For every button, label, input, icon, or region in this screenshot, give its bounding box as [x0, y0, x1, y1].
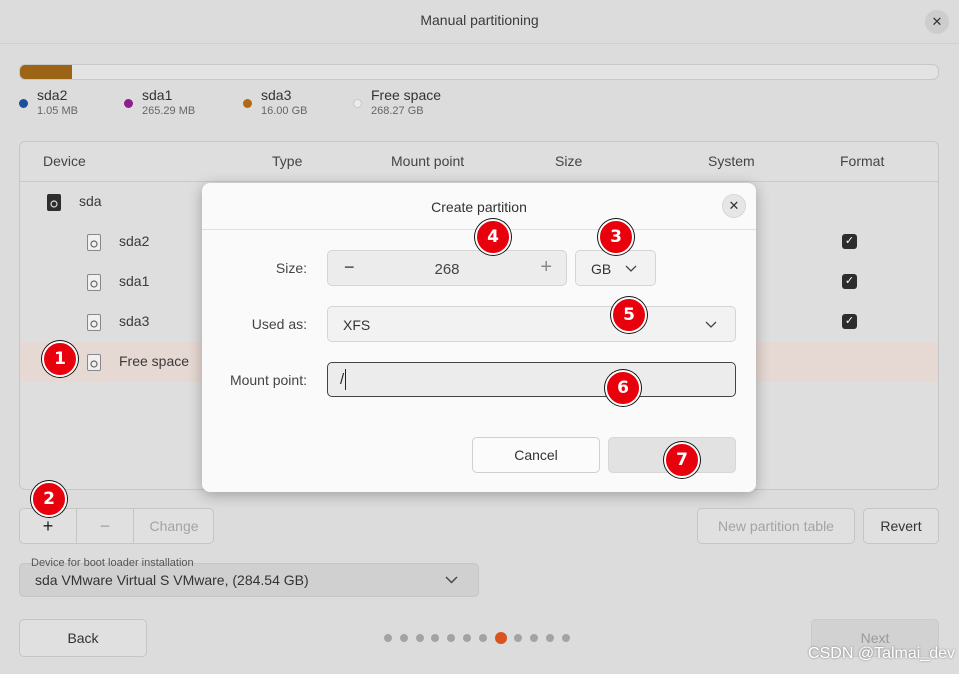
title-bar: Manual partitioning ✕ — [0, 0, 959, 44]
size-value[interactable]: 268 — [328, 261, 566, 278]
watermark: CSDN @Talmai_dev — [808, 645, 955, 662]
page-dot — [399, 634, 408, 642]
boot-loader-value: sda VMware Virtual S VMware, (284.54 GB) — [35, 572, 309, 588]
legend-name: Free space — [371, 87, 442, 103]
page-dot — [431, 634, 440, 642]
device-label: sda3 — [119, 313, 150, 329]
page-dot-active — [494, 632, 507, 644]
revert-button[interactable]: Revert — [863, 508, 939, 544]
page-dot — [415, 634, 424, 642]
page-dot — [545, 634, 554, 642]
column-header-type: Type — [272, 153, 303, 169]
disk-icon — [47, 194, 61, 211]
chevron-down-icon — [705, 321, 717, 328]
legend-item: Free space 268.27 GB — [353, 86, 473, 118]
page-dot — [514, 634, 523, 642]
column-header-format: Format — [840, 153, 885, 169]
partition-icon — [87, 234, 101, 251]
cancel-button[interactable]: Cancel — [472, 437, 600, 473]
page-dot — [561, 634, 570, 642]
annotation-badge: 1 — [42, 341, 78, 377]
legend-item: sda1 265.29 MB — [124, 86, 243, 118]
legend-name: sda2 — [37, 87, 68, 103]
format-checkbox[interactable]: ✓ — [842, 274, 857, 289]
dialog-title: Create partition — [431, 199, 527, 215]
annotation-badge: 3 — [598, 219, 634, 255]
change-partition-button[interactable]: Change — [134, 509, 214, 543]
legend-name: sda3 — [261, 87, 292, 103]
legend-size: 1.05 MB — [37, 105, 78, 117]
size-unit-select[interactable]: GB — [575, 250, 656, 286]
new-partition-table-button[interactable]: New partition table — [697, 508, 855, 544]
annotation-badge: 2 — [31, 481, 67, 517]
partition-icon — [87, 354, 101, 371]
annotation-badge: 5 — [611, 297, 647, 333]
column-header-device: Device — [43, 153, 86, 169]
chevron-down-icon — [445, 576, 458, 584]
page-dot — [530, 634, 539, 642]
dialog-close-button[interactable]: ✕ — [722, 194, 746, 218]
page-dot — [462, 634, 471, 642]
remove-partition-button[interactable]: − — [77, 509, 133, 543]
close-icon: ✕ — [728, 198, 740, 213]
text-caret — [345, 369, 346, 390]
legend-size: 16.00 GB — [261, 105, 308, 117]
usage-segment-sda3 — [20, 65, 72, 79]
mount-point-label: Mount point: — [229, 372, 307, 388]
annotation-badge: 4 — [475, 219, 511, 255]
format-checkbox[interactable]: ✓ — [842, 314, 857, 329]
disk-usage-bar — [19, 64, 939, 80]
legend-item: sda3 16.00 GB — [243, 86, 353, 118]
size-unit-value: GB — [591, 261, 612, 277]
dialog-header: Create partition ✕ — [202, 183, 756, 230]
page-indicator — [384, 632, 578, 644]
size-label: Size: — [275, 260, 307, 276]
page-dot — [447, 634, 456, 642]
boot-loader-label: Device for boot loader installation — [31, 557, 194, 569]
partition-icon — [87, 274, 101, 291]
close-icon: ✕ — [931, 14, 943, 29]
increment-button[interactable]: + — [540, 256, 552, 279]
column-header-size: Size — [555, 153, 583, 169]
partition-icon — [87, 314, 101, 331]
device-label: sda1 — [119, 273, 150, 289]
legend-item: sda2 1.05 MB — [19, 86, 124, 118]
annotation-badge: 7 — [664, 442, 700, 478]
size-stepper[interactable]: − 268 + — [327, 250, 567, 286]
page-dot — [384, 634, 392, 642]
table-header: Device Type Mount point Size System Form… — [20, 142, 938, 182]
legend-color-dot — [243, 99, 252, 108]
device-label: sda — [79, 193, 102, 209]
used-as-value: XFS — [343, 317, 371, 333]
format-checkbox[interactable]: ✓ — [842, 234, 857, 249]
legend-color-dot — [19, 99, 28, 108]
mount-point-input[interactable] — [327, 362, 736, 397]
column-header-system: System — [708, 153, 755, 169]
legend-size: 265.29 MB — [142, 105, 196, 117]
legend-size: 268.27 GB — [371, 105, 424, 117]
used-as-select[interactable]: XFS — [327, 306, 736, 342]
window-close-button[interactable]: ✕ — [925, 10, 949, 34]
back-button[interactable]: Back — [19, 619, 147, 657]
legend-name: sda1 — [142, 87, 173, 103]
device-label: sda2 — [119, 233, 150, 249]
chevron-down-icon — [625, 265, 637, 272]
window-title: Manual partitioning — [420, 12, 539, 28]
column-header-mount-point: Mount point — [391, 153, 465, 169]
legend-color-dot — [124, 99, 133, 108]
device-label: Free space — [119, 353, 190, 369]
annotation-badge: 6 — [605, 370, 641, 406]
used-as-label: Used as: — [251, 316, 307, 332]
partition-legend: sda2 1.05 MB sda1 265.29 MB sda3 16.00 G… — [19, 86, 473, 118]
page-dot — [478, 634, 487, 642]
legend-color-dot — [353, 99, 362, 108]
